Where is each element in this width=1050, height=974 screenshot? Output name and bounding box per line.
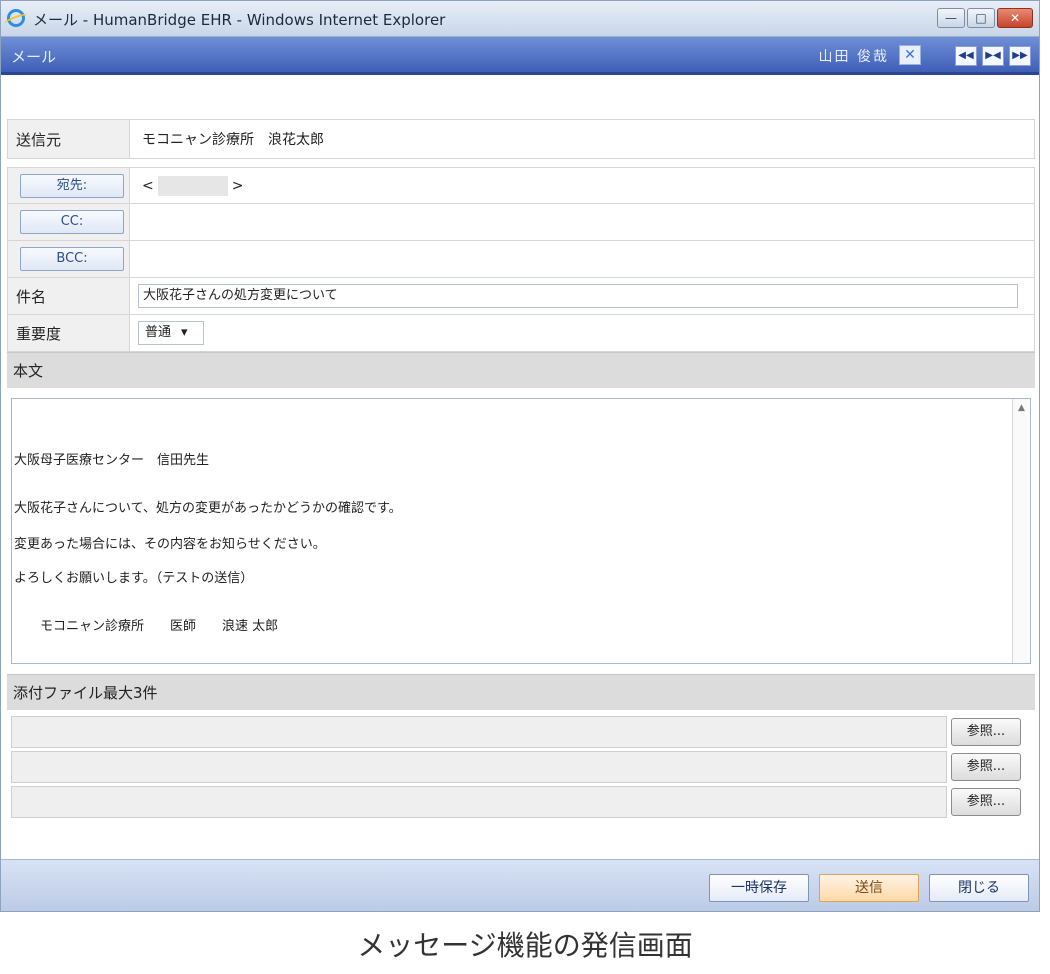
send-button[interactable]: 送信 <box>819 874 919 902</box>
from-label: 送信元 <box>8 120 130 158</box>
attachment-field[interactable] <box>11 716 947 748</box>
to-row: 宛先: < > <box>7 167 1035 204</box>
body-section-label: 本文 <box>7 352 1035 388</box>
from-row: 送信元 モコニャン診療所 浪花太郎 <box>7 119 1035 159</box>
body-line: モコニャン診療所 医師 浪速 太郎 <box>14 619 279 634</box>
logout-icon[interactable]: ✕ <box>899 45 921 65</box>
subject-cell: 大阪花子さんの処方変更について <box>130 278 1034 314</box>
window-title: メール - HumanBridge EHR - Windows Internet… <box>33 11 446 29</box>
internet-explorer-icon <box>7 9 25 27</box>
title-bar: メール - HumanBridge EHR - Windows Internet… <box>1 1 1039 37</box>
browse-button[interactable]: 参照... <box>951 753 1021 781</box>
cc-label-cell: CC: <box>8 204 130 240</box>
priority-select[interactable]: 普通 ▾ <box>138 321 204 345</box>
footer-bar: 一時保存 送信 閉じる <box>1 859 1039 911</box>
priority-label: 重要度 <box>8 315 130 351</box>
maximize-button[interactable]: □ <box>967 8 995 28</box>
close-button[interactable]: 閉じる <box>929 874 1029 902</box>
browse-button[interactable]: 参照... <box>951 718 1021 746</box>
priority-row: 重要度 普通 ▾ <box>7 315 1035 352</box>
browser-window: メール - HumanBridge EHR - Windows Internet… <box>0 0 1040 912</box>
subject-input[interactable]: 大阪花子さんの処方変更について <box>138 284 1018 308</box>
app-header: メール 山田 俊哉 ✕ ◀◀ ▶◀ ▶▶ <box>1 37 1039 75</box>
priority-value: 普通 <box>145 325 172 340</box>
cc-row: CC: <box>7 204 1035 241</box>
attachment-row: 参照... <box>11 716 1031 748</box>
cc-value[interactable] <box>130 204 1034 240</box>
bcc-label-cell: BCC: <box>8 241 130 277</box>
chevron-down-icon: ▾ <box>181 325 188 340</box>
nav-last-icon[interactable]: ▶▶ <box>1009 46 1031 66</box>
attachment-field[interactable] <box>11 786 947 818</box>
to-value[interactable]: < > <box>130 168 1034 203</box>
body-line: 変更あった場合には、その内容をお知らせください。 <box>14 537 326 552</box>
window-controls: — □ ✕ <box>937 8 1033 28</box>
user-name: 山田 俊哉 <box>818 49 889 65</box>
body-line: 大阪母子医療センター 信田先生 <box>14 453 210 468</box>
attachment-row: 参照... <box>11 751 1031 783</box>
attachment-field[interactable] <box>11 751 947 783</box>
to-button[interactable]: 宛先: <box>20 173 124 198</box>
subject-row: 件名 大阪花子さんの処方変更について <box>7 278 1035 315</box>
body-scrollbar[interactable]: ▲ <box>1012 399 1030 663</box>
body-textarea[interactable]: 大阪母子医療センター 信田先生 大阪花子さんについて、処方の変更があったかどうか… <box>11 398 1031 664</box>
redacted-address <box>157 175 228 196</box>
nav-first-icon[interactable]: ◀◀ <box>955 46 977 66</box>
attachments-label: 添付ファイル最大3件 <box>7 674 1035 710</box>
body-line: 大阪花子さんについて、処方の変更があったかどうかの確認です。 <box>14 501 402 516</box>
cc-button[interactable]: CC: <box>20 210 124 234</box>
bcc-value[interactable] <box>130 241 1034 277</box>
attachment-row: 参照... <box>11 786 1031 818</box>
save-draft-button[interactable]: 一時保存 <box>709 874 809 902</box>
minimize-button[interactable]: — <box>937 8 965 28</box>
browse-button[interactable]: 参照... <box>951 788 1021 816</box>
page-title: メール <box>11 48 57 66</box>
body-line: よろしくお願いします。（テストの送信） <box>14 571 254 586</box>
scroll-up-icon[interactable]: ▲ <box>1018 403 1025 413</box>
from-value: モコニャン診療所 浪花太郎 <box>142 132 324 148</box>
footer-buttons: 一時保存 送信 閉じる <box>709 874 1029 902</box>
nav-middle-icon[interactable]: ▶◀ <box>982 46 1004 66</box>
priority-cell: 普通 ▾ <box>130 315 1034 351</box>
to-label-cell: 宛先: <box>8 168 130 203</box>
bcc-row: BCC: <box>7 241 1035 278</box>
to-value-prefix: < <box>142 177 154 194</box>
nav-buttons: ◀◀ ▶◀ ▶▶ <box>955 46 1031 66</box>
close-window-button[interactable]: ✕ <box>997 8 1033 28</box>
bcc-button[interactable]: BCC: <box>20 247 124 271</box>
figure-caption: メッセージ機能の発信画面 <box>357 929 693 962</box>
mail-form: 送信元 モコニャン診療所 浪花太郎 宛先: < > CC: BCC: 件名 大阪… <box>7 119 1035 821</box>
subject-label: 件名 <box>8 278 130 314</box>
to-value-suffix: > <box>231 177 244 194</box>
